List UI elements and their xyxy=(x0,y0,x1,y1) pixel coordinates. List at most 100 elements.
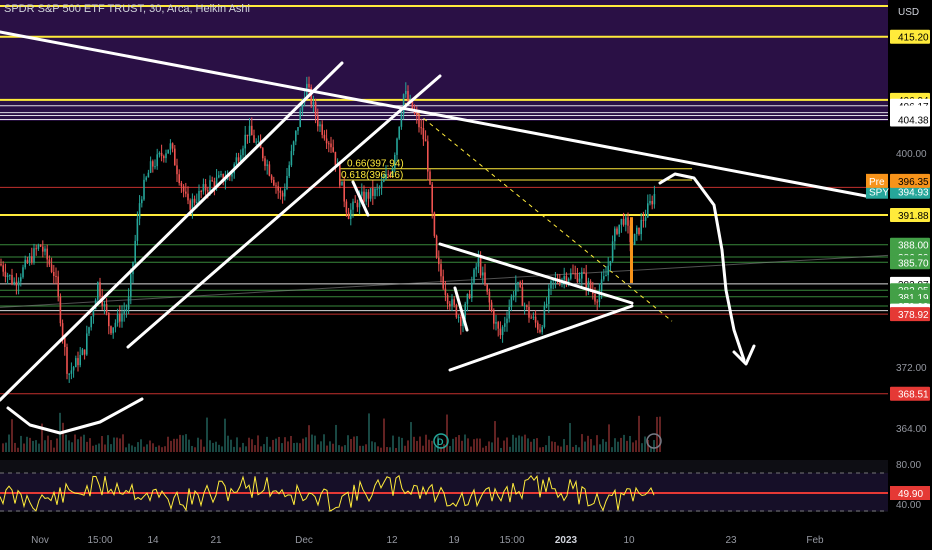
candle-body xyxy=(86,333,88,355)
volume-bar xyxy=(506,437,508,452)
volume-bar xyxy=(299,443,301,452)
candle-body xyxy=(61,323,64,338)
candle-body xyxy=(262,148,264,159)
candle-body xyxy=(504,323,506,327)
volume-bar xyxy=(341,446,343,452)
volume-bar xyxy=(5,442,7,452)
candle-body xyxy=(585,273,587,288)
candle-body xyxy=(169,143,172,150)
candle-body xyxy=(543,305,546,327)
volume-bar xyxy=(38,443,40,452)
volume-bar xyxy=(626,440,628,452)
candle-body xyxy=(105,304,108,313)
candle-body xyxy=(603,276,605,280)
candle-body xyxy=(141,199,143,204)
candle-body xyxy=(160,152,163,157)
volume-bar xyxy=(536,438,538,452)
candle-body xyxy=(495,322,497,324)
volume-bar xyxy=(383,418,385,452)
volume-bar xyxy=(245,446,247,452)
candle-body xyxy=(167,149,169,154)
time-axis-label: 14 xyxy=(147,535,159,546)
chart-canvas[interactable]: 400.00372.00364.00415.20406.94406.17405.… xyxy=(0,0,932,550)
candle-body xyxy=(515,284,517,296)
candle-body xyxy=(273,179,275,186)
candle-body xyxy=(147,172,150,178)
volume-bar xyxy=(317,444,319,452)
candle-body xyxy=(638,227,640,235)
candle-body xyxy=(220,173,222,176)
volume-bar xyxy=(284,437,286,452)
volume-bar xyxy=(218,444,220,452)
candle-body xyxy=(563,276,565,280)
volume-bar xyxy=(134,446,136,452)
candle-body xyxy=(248,125,251,137)
volume-bar xyxy=(428,439,430,452)
volume-bar xyxy=(95,444,97,452)
time-axis-label: Dec xyxy=(295,535,313,546)
candle-body xyxy=(2,265,4,272)
price-tick-label: 400.00 xyxy=(896,149,927,160)
candle-body xyxy=(541,326,543,333)
chart-title: SPDR S&P 500 ETF TRUST, 30, Arca, Heikin… xyxy=(4,3,250,15)
volume-bar xyxy=(566,445,568,452)
candle-body xyxy=(457,317,460,319)
candle-body xyxy=(347,212,350,219)
volume-bar xyxy=(227,435,229,452)
candle-body xyxy=(517,282,519,285)
volume-bar xyxy=(242,442,244,452)
volume-bar xyxy=(575,444,577,452)
candle-body xyxy=(251,125,253,136)
candle-body xyxy=(26,259,29,263)
volume-bar xyxy=(251,439,253,452)
volume-bar xyxy=(23,443,25,452)
candle-body xyxy=(46,248,48,260)
volume-bar xyxy=(389,447,391,452)
volume-bar xyxy=(221,446,223,452)
rsi-tick-label: 80.00 xyxy=(896,460,921,471)
candle-body xyxy=(284,189,286,197)
volume-bar xyxy=(116,437,118,452)
candle-body xyxy=(88,327,90,334)
volume-bar xyxy=(287,441,289,452)
candle-body xyxy=(134,240,136,263)
candle-body xyxy=(237,157,240,161)
volume-bar xyxy=(491,442,493,452)
volume-bar xyxy=(620,437,622,452)
volume-bar xyxy=(590,439,592,452)
volume-bar xyxy=(644,436,646,452)
volume-bar xyxy=(533,438,535,452)
volume-bar xyxy=(614,438,616,452)
candle-body xyxy=(548,288,550,304)
candle-body xyxy=(380,181,383,189)
volume-bar xyxy=(563,439,565,452)
candle-body xyxy=(468,294,471,299)
candle-body xyxy=(418,115,420,128)
volume-bar xyxy=(137,442,139,452)
candle-body xyxy=(266,164,268,166)
candle-body xyxy=(200,191,202,193)
candle-body xyxy=(158,152,161,155)
candle-body xyxy=(433,212,436,236)
candle-body xyxy=(242,148,244,156)
candle-body xyxy=(616,228,618,234)
candle-body xyxy=(455,304,458,318)
volume-bar xyxy=(314,435,316,452)
candle-body xyxy=(501,326,504,336)
candle-body xyxy=(270,175,273,180)
candle-body xyxy=(6,275,9,277)
candle-body xyxy=(644,217,647,221)
candle-body xyxy=(534,316,537,323)
volume-bar xyxy=(233,446,235,452)
volume-bar xyxy=(11,419,13,452)
candle-body xyxy=(268,164,271,176)
volume-bar xyxy=(44,440,46,452)
candle-body xyxy=(20,277,22,282)
volume-bar xyxy=(311,434,313,452)
premarket-symbol: Pre xyxy=(869,177,885,188)
candle-body xyxy=(112,327,114,334)
candle-body xyxy=(81,349,84,356)
volume-bar xyxy=(194,447,196,452)
rsi-tick-label: 40.00 xyxy=(896,500,921,511)
volume-bar xyxy=(155,446,157,452)
